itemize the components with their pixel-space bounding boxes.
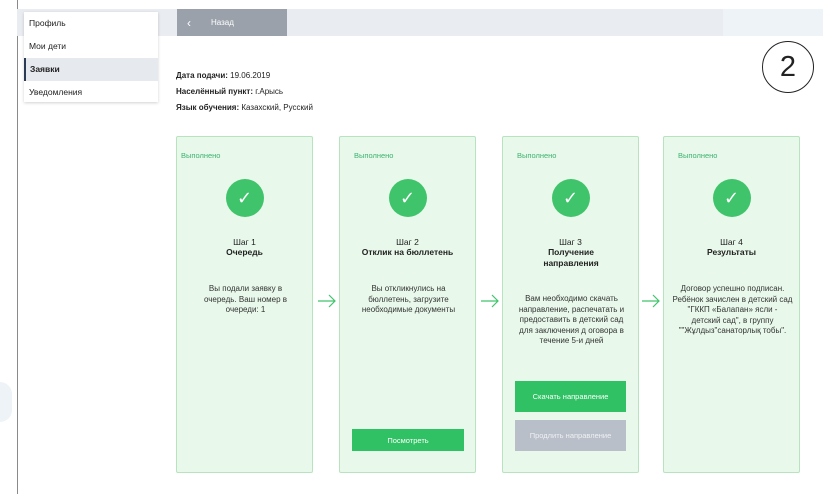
step-description: Вы откликнулись на бюллетень, загрузите … [361,284,456,314]
chevron-left-icon: ‹ [187,15,191,30]
step-status: Выполнено [354,151,394,160]
step-card-4: Выполнено ✓ Шаг 4 Результаты Договор усп… [663,136,800,473]
check-circle-icon: ✓ [225,179,264,217]
language-value: Казахский, Русский [241,103,313,112]
step-card-2: Выполнено ✓ Шаг 2 Отклик на бюллетень Вы… [339,136,476,473]
arrow-right-icon [642,294,660,308]
sidebar-item-applications[interactable]: Заявки [24,58,158,81]
step-title: Результаты [706,247,756,257]
step-description: Вы подали заявку в очередь. Ваш номер в … [203,284,288,314]
step-description: Договор успешно подписан. Ребёнок зачисл… [672,284,793,335]
step-number: Шаг 4 [720,237,743,247]
view-button[interactable]: Посмотреть [352,429,464,451]
check-circle-icon: ✓ [388,179,427,217]
step-card-3: Выполнено ✓ Шаг 3 Получение направления … [502,136,639,473]
check-circle-icon: ✓ [551,179,590,217]
step-number: Шаг 1 [233,237,256,247]
sidebar-item-notifications[interactable]: Уведомления [24,81,158,104]
application-info: Дата подачи: 19.06.2019 Населённый пункт… [176,68,313,116]
step-status: Выполнено [678,151,718,160]
download-direction-button[interactable]: Скачать направление [515,381,626,412]
step-badge: 2 [762,41,814,93]
step-number: Шаг 3 [559,237,582,247]
step-status: Выполнено [181,151,221,160]
back-button-label: Назад [211,18,234,27]
page-border [17,0,18,494]
back-button[interactable]: ‹ Назад [177,9,287,36]
language-row: Язык обучения: Казахский, Русский [176,100,313,116]
extend-direction-button[interactable]: Продлить направление [515,420,626,451]
step-number: Шаг 2 [396,237,419,247]
left-decoration [0,382,12,422]
locality-value: г.Арысь [255,87,284,96]
top-bar-right-area [723,9,823,36]
locality-row: Населённый пункт: г.Арысь [176,84,313,100]
arrow-right-icon [318,294,336,308]
sidebar-menu: Профиль Мои дети Заявки Уведомления [24,12,158,102]
step-title: Получение направления [543,247,599,268]
step-status: Выполнено [517,151,557,160]
step-title: Очередь [226,247,263,257]
step-card-1: Выполнено ✓ Шаг 1 Очередь Вы подали заяв… [176,136,313,473]
submission-date-value: 19.06.2019 [230,71,271,80]
sidebar-item-children[interactable]: Мои дети [24,35,158,58]
step-title: Отклик на бюллетень [361,247,454,257]
sidebar-item-profile[interactable]: Профиль [24,12,158,35]
step-description: Вам необходимо скачать направление, расп… [518,294,625,345]
submission-date-label: Дата подачи: [176,71,228,80]
language-label: Язык обучения: [176,103,240,112]
submission-date-row: Дата подачи: 19.06.2019 [176,68,313,84]
locality-label: Населённый пункт: [176,87,253,96]
arrow-right-icon [481,294,499,308]
check-circle-icon: ✓ [712,179,751,217]
